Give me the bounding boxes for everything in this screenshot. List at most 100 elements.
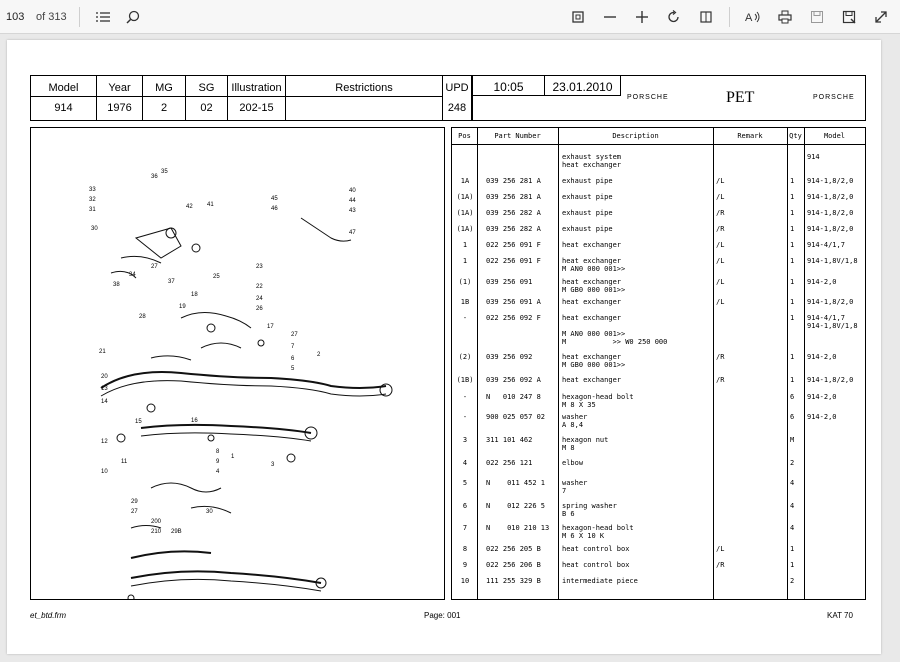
callout-label: 45 (271, 196, 278, 202)
callout-label: 43 (349, 208, 356, 214)
callout-label: 30 (206, 509, 213, 515)
cell-remark: /L (716, 545, 725, 553)
cell-part: 022 256 091 F (486, 257, 541, 265)
page-number-input[interactable]: 103 (6, 8, 28, 26)
callout-label: 21 (99, 349, 106, 355)
callout-label: 34 (129, 272, 136, 278)
svg-text:A: A (745, 12, 753, 24)
cell-model: 914-1,8/2,0 (807, 298, 854, 306)
toolbar-divider (729, 7, 730, 27)
cell-pos: 6 (462, 502, 468, 510)
list-icon[interactable] (92, 6, 114, 28)
print-icon[interactable] (774, 6, 796, 28)
col-header-pos: Pos (452, 128, 477, 145)
search-icon[interactable] (122, 6, 144, 28)
cell-remark: /L (716, 177, 725, 185)
col-divider (787, 128, 788, 599)
cell-desc: hexagon nut M 8 (562, 436, 609, 452)
fullscreen-icon[interactable] (870, 6, 892, 28)
header-col-mg: MG 2 (143, 76, 186, 120)
cell-part: N 010 247 8 (486, 393, 541, 401)
page-count: of 313 (36, 10, 67, 23)
cell-pos: - (462, 413, 468, 421)
save-icon[interactable] (806, 6, 828, 28)
cell-part: 039 256 282 A (486, 225, 541, 233)
cell-remark: /L (716, 298, 725, 306)
cell-pos: 10 (460, 577, 470, 585)
callout-label: 33 (89, 187, 96, 193)
header-col-year: Year 1976 (97, 76, 143, 120)
header-col-illustration: Illustration 202-15 (228, 76, 286, 120)
cell-part: N 012 226 5 (486, 502, 546, 510)
callout-label: 27 (151, 264, 158, 270)
cell-desc: exhaust pipe (562, 177, 613, 185)
cell-desc: heat control box (562, 545, 630, 553)
save-as-icon[interactable] (838, 6, 860, 28)
read-aloud-icon[interactable]: A (742, 6, 764, 28)
zoom-in-icon[interactable] (631, 6, 653, 28)
callout-label: 27 (291, 332, 298, 338)
cell-pos: 1 (462, 241, 468, 249)
callout-label: 36 (151, 174, 158, 180)
callout-label: 9 (216, 459, 220, 465)
cell-model: 914-2,0 (807, 278, 837, 286)
cell-pos: 8 (462, 545, 468, 553)
header-time: 10:05 (473, 76, 545, 96)
callout-label: 20 (101, 374, 108, 380)
callout-label: 29 (131, 499, 138, 505)
callout-label: 13 (101, 386, 108, 392)
cell-part: 039 256 282 A (486, 209, 541, 217)
cell-pos: (1A) (456, 225, 474, 233)
cell-qty: 1 (790, 376, 795, 384)
col-header-part-number: Part Number (477, 128, 558, 145)
cell-model: 914-1,8/2,0 (807, 225, 854, 233)
header-col-restrictions: Restrictions (286, 76, 443, 120)
pet-logo-area: PORSCHE PET PORSCHE (621, 76, 865, 120)
cell-qty: 2 (790, 577, 795, 585)
cell-qty: 6 (790, 413, 795, 421)
cell-model: 914-2,0 (807, 353, 837, 361)
brand-right: PORSCHE (813, 94, 855, 101)
callout-label: 27 (131, 509, 138, 515)
cell-remark: /R (716, 376, 725, 384)
callout-label: 210 (151, 529, 162, 535)
cell-desc: spring washer B 6 (562, 502, 617, 518)
cell-model: 914-1,8V/1,8 (807, 257, 858, 265)
callout-label: 24 (256, 296, 263, 302)
cell-desc: elbow (562, 459, 584, 467)
cell-qty: 2 (790, 459, 795, 467)
col-header-qty: Qty (787, 128, 804, 145)
cell-desc: heat exchanger (562, 298, 622, 306)
cell-part: 022 256 206 B (486, 561, 541, 569)
cell-pos: 7 (462, 524, 468, 532)
callout-label: 46 (271, 206, 278, 212)
cell-qty: 4 (790, 479, 795, 487)
col-divider (804, 128, 805, 599)
cell-model: 914-1,8/2,0 (807, 177, 854, 185)
rotate-icon[interactable] (663, 6, 685, 28)
callout-label: 16 (191, 418, 198, 424)
callout-label: 6 (291, 356, 295, 362)
cell-desc: heat exchanger M AN0 000 001>> (562, 257, 626, 273)
cell-desc: hexagon-head bolt M 6 X 10 K (562, 524, 634, 540)
callout-label: 5 (291, 366, 295, 372)
callout-label: 25 (213, 274, 220, 280)
page-view-icon[interactable] (695, 6, 717, 28)
cell-remark: /L (716, 278, 725, 286)
cell-desc: hexagon-head bolt M 8 X 35 (562, 393, 634, 409)
fit-page-icon[interactable] (567, 6, 589, 28)
cell-model: 914-1,8/2,0 (807, 193, 854, 201)
parts-table: Pos Part Number Description Remark Qty M… (451, 127, 866, 600)
cell-pos: - (462, 393, 468, 401)
cell-qty: 1 (790, 177, 795, 185)
header-date: 23.01.2010 (545, 76, 621, 96)
zoom-out-icon[interactable] (599, 6, 621, 28)
toolbar-right-group: A (567, 6, 892, 28)
callout-label: 41 (207, 202, 214, 208)
cell-part: 311 101 462 (486, 436, 533, 444)
callout-label: 7 (291, 344, 295, 350)
toolbar-divider (78, 6, 80, 27)
cell-qty: 1 (790, 561, 795, 569)
callout-label: 200 (151, 519, 162, 525)
cell-desc: exhaust pipe (562, 225, 613, 233)
